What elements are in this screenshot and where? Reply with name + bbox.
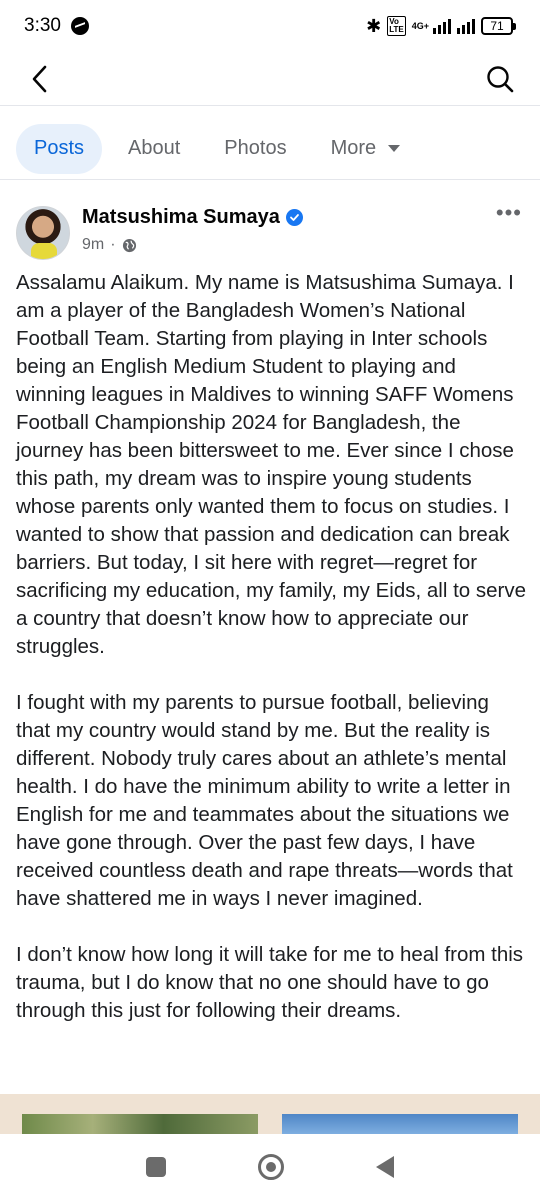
photo-thumbnail[interactable] [282, 1114, 518, 1134]
volte-icon: Vo LTE [387, 16, 406, 36]
author-name: Matsushima Sumaya [82, 206, 280, 228]
post-media [0, 1094, 540, 1134]
post-header: Matsushima Sumaya 9m · ••• [16, 200, 524, 262]
chevron-left-icon [32, 65, 47, 92]
system-nav-bar [0, 1134, 540, 1200]
tab-photos[interactable]: Photos [206, 124, 304, 174]
post-paragraph: I don’t know how long it will take for m… [16, 943, 524, 1022]
post-author[interactable]: Matsushima Sumaya [82, 206, 303, 229]
tab-posts[interactable]: Posts [16, 123, 103, 174]
avatar[interactable] [16, 206, 70, 260]
messenger-icon [70, 17, 89, 35]
signal-icon [433, 18, 451, 34]
battery-level: 71 [481, 17, 513, 35]
recents-button[interactable] [146, 1157, 166, 1177]
battery-icon: 71 [481, 17, 516, 35]
back-button[interactable] [20, 59, 60, 99]
network-type: 4G+ [411, 20, 429, 31]
signal-icon-2 [457, 18, 475, 34]
caret-down-icon [388, 145, 401, 152]
tab-more[interactable]: More [313, 124, 419, 174]
post-paragraph: I fought with my parents to pursue footb… [16, 691, 513, 910]
tab-about[interactable]: About [110, 124, 198, 174]
globe-icon [122, 238, 136, 252]
status-bar: 3:30 ✱ Vo LTE 4G+ 71 [0, 0, 540, 52]
bluetooth-icon: ✱ [366, 15, 382, 36]
search-button[interactable] [480, 59, 520, 99]
more-options-icon[interactable]: ••• [496, 202, 522, 224]
home-button[interactable] [258, 1154, 284, 1180]
post-time[interactable]: 9m [82, 236, 104, 254]
back-nav-button[interactable] [376, 1156, 394, 1178]
top-app-bar [0, 52, 540, 106]
photo-thumbnail[interactable] [22, 1114, 258, 1134]
search-icon [487, 65, 514, 92]
status-time: 3:30 [24, 15, 61, 36]
post-text: Assalamu Alaikum. My name is Matsushima … [16, 269, 526, 1053]
verified-badge-icon [285, 209, 303, 226]
post-meta: 9m · [82, 236, 137, 254]
meta-separator: · [110, 236, 116, 253]
profile-tabs: Posts About Photos More [0, 118, 540, 180]
post-paragraph: Assalamu Alaikum. My name is Matsushima … [16, 271, 526, 658]
